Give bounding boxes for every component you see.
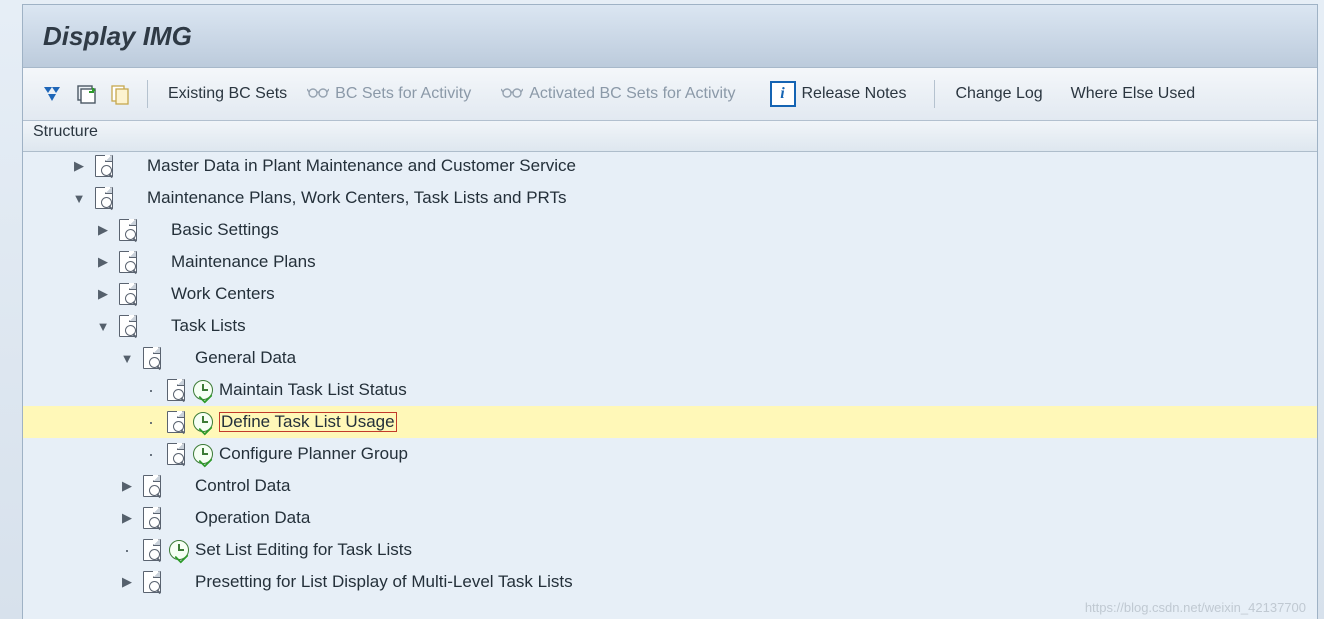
doc-icon[interactable] [165, 441, 189, 467]
leaf-icon: · [119, 542, 135, 558]
tree-node-maintain-task-list-status[interactable]: · Maintain Task List Status [23, 374, 1317, 406]
tree-label: General Data [195, 348, 296, 368]
tree-label: Work Centers [171, 284, 275, 304]
doc-icon[interactable] [93, 153, 117, 179]
tree-node-work-centers[interactable]: ▶ Work Centers [23, 278, 1317, 310]
page-title: Display IMG [43, 21, 192, 52]
doc-icon[interactable] [117, 281, 141, 307]
change-log-button[interactable]: Change Log [947, 80, 1050, 108]
activated-bc-sets-label: Activated BC Sets for Activity [529, 85, 735, 103]
tree-node-operation-data[interactable]: ▶ Operation Data [23, 502, 1317, 534]
tree-node-maintenance-plans-root[interactable]: ▼ Maintenance Plans, Work Centers, Task … [23, 182, 1317, 214]
tree-node-basic-settings[interactable]: ▶ Basic Settings [23, 214, 1317, 246]
collapse-icon[interactable]: ▼ [119, 350, 135, 366]
tree-label: Basic Settings [171, 220, 279, 240]
tree-label: Define Task List Usage [219, 412, 397, 432]
expand-all-button[interactable] [37, 80, 67, 108]
leaf-icon: · [143, 382, 159, 398]
img-tree: ▶ Master Data in Plant Maintenance and C… [23, 150, 1317, 619]
bc-sets-activity-button: BC Sets for Activity [299, 80, 479, 108]
toggle-button[interactable] [71, 80, 101, 108]
expand-icon[interactable]: ▶ [95, 286, 111, 302]
tree-label: Master Data in Plant Maintenance and Cus… [147, 156, 576, 176]
where-else-used-button[interactable]: Where Else Used [1063, 80, 1204, 108]
doc-icon[interactable] [141, 345, 165, 371]
tree-node-master-data[interactable]: ▶ Master Data in Plant Maintenance and C… [23, 150, 1317, 182]
existing-bc-sets-button[interactable]: Existing BC Sets [160, 80, 295, 108]
toolbar: Existing BC Sets BC Sets for Activity Ac… [23, 68, 1317, 121]
tree-node-control-data[interactable]: ▶ Control Data [23, 470, 1317, 502]
tree-label: Maintenance Plans, Work Centers, Task Li… [147, 188, 567, 208]
tree-label: Task Lists [171, 316, 246, 336]
tree-node-maintenance-plans[interactable]: ▶ Maintenance Plans [23, 246, 1317, 278]
collapse-icon[interactable]: ▼ [95, 318, 111, 334]
doc-icon[interactable] [117, 249, 141, 275]
release-notes-label: Release Notes [802, 85, 907, 103]
tree-node-task-lists[interactable]: ▼ Task Lists [23, 310, 1317, 342]
expand-icon[interactable]: ▶ [119, 478, 135, 494]
leaf-icon: · [143, 414, 159, 430]
tree-label: Presetting for List Display of Multi-Lev… [195, 572, 573, 592]
expand-icon[interactable]: ▶ [119, 510, 135, 526]
expand-icon[interactable]: ▶ [71, 158, 87, 174]
doc-icon[interactable] [141, 473, 165, 499]
tree-node-set-list-editing[interactable]: · Set List Editing for Task Lists [23, 534, 1317, 566]
tree-label: Control Data [195, 476, 290, 496]
release-notes-button[interactable]: i Release Notes [762, 80, 915, 108]
collapse-icon[interactable]: ▼ [71, 190, 87, 206]
tree-node-define-task-list-usage[interactable]: · Define Task List Usage [23, 406, 1317, 438]
tree-node-general-data[interactable]: ▼ General Data [23, 342, 1317, 374]
title-bar: Display IMG [23, 5, 1317, 68]
activity-icon[interactable] [191, 410, 215, 434]
doc-icon[interactable] [117, 313, 141, 339]
activated-bc-sets-button: Activated BC Sets for Activity [493, 80, 743, 108]
expand-icon[interactable]: ▶ [119, 574, 135, 590]
doc-icon[interactable] [165, 377, 189, 403]
tree-label: Maintenance Plans [171, 252, 316, 272]
doc-icon[interactable] [165, 409, 189, 435]
doc-icon[interactable] [93, 185, 117, 211]
doc-icon[interactable] [117, 217, 141, 243]
doc-icon[interactable] [141, 505, 165, 531]
activity-icon[interactable] [191, 378, 215, 402]
activity-icon[interactable] [191, 442, 215, 466]
watermark: https://blog.csdn.net/weixin_42137700 [1085, 600, 1306, 615]
tree-node-configure-planner-group[interactable]: · Configure Planner Group [23, 438, 1317, 470]
tree-node-presetting-list-display[interactable]: ▶ Presetting for List Display of Multi-L… [23, 566, 1317, 598]
copy-button[interactable] [105, 80, 135, 108]
expand-icon[interactable]: ▶ [95, 222, 111, 238]
activity-icon[interactable] [167, 538, 191, 562]
tree-label: Configure Planner Group [219, 444, 408, 464]
doc-icon[interactable] [141, 537, 165, 563]
tree-label: Maintain Task List Status [219, 380, 407, 400]
tree-label: Operation Data [195, 508, 310, 528]
glasses-icon [307, 85, 329, 104]
glasses-icon [501, 85, 523, 104]
expand-icon[interactable]: ▶ [95, 254, 111, 270]
leaf-icon: · [143, 446, 159, 462]
app-frame: Display IMG Existing BC Sets BC Sets for… [22, 4, 1318, 619]
toolbar-separator [934, 80, 935, 108]
toolbar-separator [147, 80, 148, 108]
doc-icon[interactable] [141, 569, 165, 595]
info-icon: i [770, 81, 796, 107]
tree-label: Set List Editing for Task Lists [195, 540, 412, 560]
bc-sets-activity-label: BC Sets for Activity [335, 85, 471, 103]
structure-header: Structure [23, 121, 1317, 152]
